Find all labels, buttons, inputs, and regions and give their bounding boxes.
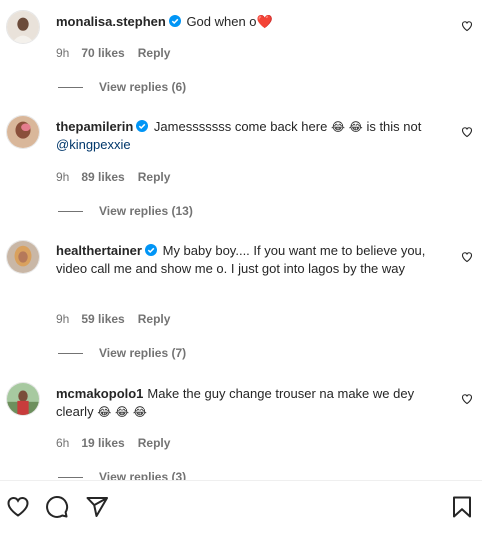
comment-text: God when o xyxy=(186,14,257,29)
reply-button[interactable]: Reply xyxy=(138,312,171,326)
avatar[interactable] xyxy=(6,240,40,274)
comment-meta: 9h 70 likes Reply xyxy=(56,46,170,60)
comment-likes[interactable]: 19 likes xyxy=(81,436,124,450)
comment-time: 9h xyxy=(56,170,70,184)
comment-meta: 9h 59 likes Reply xyxy=(56,312,170,326)
comment-icon[interactable] xyxy=(45,495,69,519)
avatar[interactable] xyxy=(6,10,40,44)
comment-body: monalisa.stephen God when o❤️ xyxy=(56,13,442,32)
view-replies-button[interactable]: View replies (6) xyxy=(58,80,186,94)
comment-likes[interactable]: 89 likes xyxy=(81,170,124,184)
view-replies-button[interactable]: View replies (13) xyxy=(58,204,193,218)
reply-button[interactable]: Reply xyxy=(138,436,171,450)
comment-time: 6h xyxy=(56,436,70,450)
replies-divider xyxy=(58,211,83,213)
comment-username[interactable]: thepamilerin xyxy=(56,119,133,134)
avatar[interactable] xyxy=(6,382,40,416)
verified-badge-icon xyxy=(144,244,157,256)
comment-username[interactable]: healthertainer xyxy=(56,243,142,258)
reply-button[interactable]: Reply xyxy=(138,170,171,184)
verified-badge-icon xyxy=(168,15,181,27)
comment-meta: 9h 89 likes Reply xyxy=(56,170,170,184)
verified-badge-icon xyxy=(136,120,149,132)
comment-likes[interactable]: 59 likes xyxy=(81,312,124,326)
comment-body: healthertainer My baby boy.... If you wa… xyxy=(56,242,442,278)
share-icon[interactable] xyxy=(85,495,109,519)
comment-time: 9h xyxy=(56,312,70,326)
heart-icon[interactable] xyxy=(6,495,30,519)
comment-username[interactable]: mcmakopolo1 xyxy=(56,386,143,401)
comment-item: monalisa.stephen God when o❤️ 9h 70 likes… xyxy=(0,0,482,100)
replies-divider xyxy=(58,477,83,479)
reply-button[interactable]: Reply xyxy=(138,46,171,60)
comment-like-icon[interactable] xyxy=(461,126,473,138)
comment-time: 9h xyxy=(56,46,70,60)
comment-text-continued: is this not xyxy=(366,119,422,134)
comment-item: thepamilerin Jamesssssss come back here … xyxy=(0,105,482,225)
comment-body: mcmakopolo1 Make the guy change trouser n… xyxy=(56,385,442,421)
comment-likes[interactable]: 70 likes xyxy=(81,46,124,60)
comment-like-icon[interactable] xyxy=(461,251,473,263)
mention-link[interactable]: @kingpexxie xyxy=(56,137,131,152)
view-replies-label: View replies (6) xyxy=(99,80,187,94)
comment-username[interactable]: monalisa.stephen xyxy=(56,14,166,29)
comment-meta: 6h 19 likes Reply xyxy=(56,436,170,450)
comment-like-icon[interactable] xyxy=(461,393,473,405)
view-replies-label: View replies (13) xyxy=(99,204,193,218)
heart-emoji: ❤️ xyxy=(256,15,273,30)
comment-item: healthertainer My baby boy.... If you wa… xyxy=(0,228,482,368)
view-replies-label: View replies (3) xyxy=(99,470,187,480)
view-replies-label: View replies (7) xyxy=(99,346,187,360)
comment-like-icon[interactable] xyxy=(461,20,473,32)
comment-body: thepamilerin Jamesssssss come back here … xyxy=(56,118,442,154)
view-replies-button[interactable]: View replies (3) xyxy=(58,470,186,480)
replies-divider xyxy=(58,353,83,355)
laughing-emoji: 😂 😂 😂 xyxy=(97,405,147,419)
comments-list: monalisa.stephen God when o❤️ 9h 70 likes… xyxy=(0,0,482,480)
bookmark-icon[interactable] xyxy=(450,495,474,519)
action-bar xyxy=(0,480,482,535)
comment-text: Jamesssssss come back here xyxy=(153,119,328,134)
view-replies-button[interactable]: View replies (7) xyxy=(58,346,186,360)
comment-item: mcmakopolo1 Make the guy change trouser n… xyxy=(0,372,482,480)
laughing-emoji: 😂 😂 xyxy=(330,120,363,134)
avatar[interactable] xyxy=(6,115,40,149)
replies-divider xyxy=(58,87,83,89)
